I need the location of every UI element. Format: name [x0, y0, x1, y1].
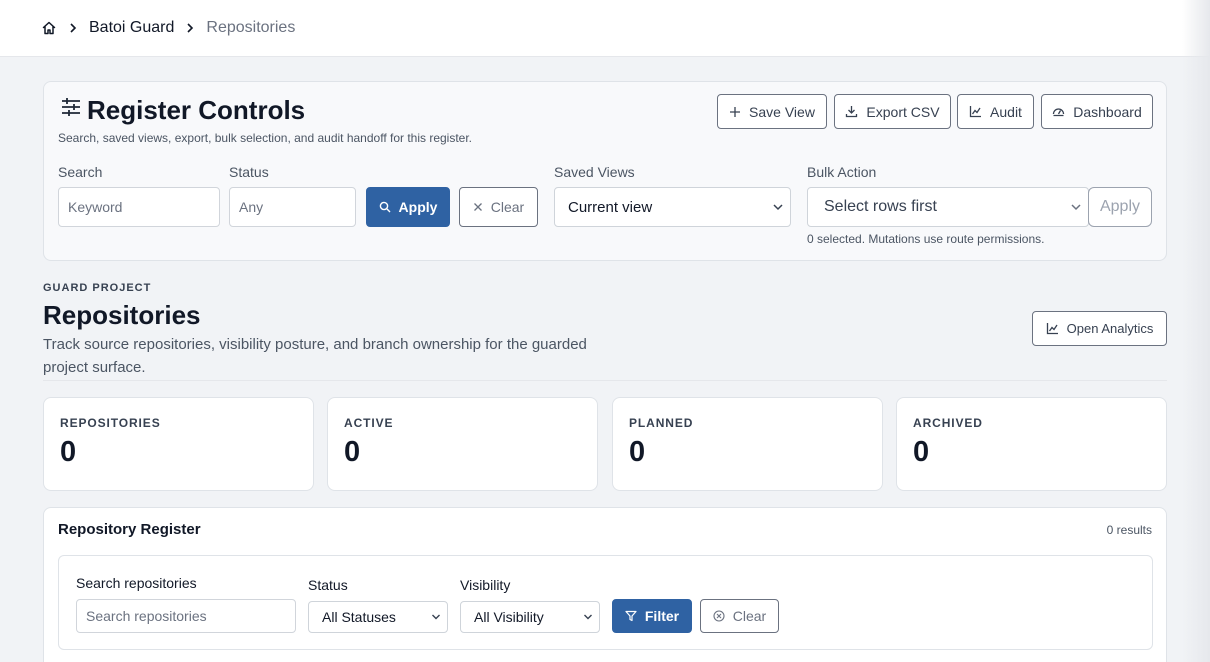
chevron-right-icon	[68, 22, 78, 34]
chevron-down-icon	[772, 203, 784, 211]
search-label: Search	[58, 164, 103, 180]
chart-icon	[969, 105, 982, 118]
breadcrumb-item-batoi-guard[interactable]: Batoi Guard	[89, 19, 174, 37]
repository-register-card: Repository Register 0 results Search rep…	[43, 507, 1167, 662]
stat-label: REPOSITORIES	[60, 416, 161, 430]
export-csv-label: Export CSV	[866, 103, 940, 120]
audit-button[interactable]: Audit	[957, 94, 1034, 129]
register-clear-button[interactable]: Clear	[700, 599, 779, 633]
visibility-label: Visibility	[460, 577, 511, 593]
chevron-down-icon	[431, 614, 441, 621]
search-input[interactable]: Keyword	[58, 187, 220, 227]
sliders-icon	[60, 97, 82, 117]
bulk-apply-label: Apply	[1099, 198, 1141, 215]
controls-subtitle: Search, saved views, export, bulk select…	[58, 131, 473, 145]
stat-value: 0	[629, 436, 646, 468]
chevron-down-icon	[1070, 203, 1082, 211]
audit-label: Audit	[990, 103, 1022, 120]
page-description: Track source repositories, visibility po…	[43, 336, 587, 376]
stat-value: 0	[913, 436, 930, 468]
plus-icon	[729, 106, 741, 118]
apply-button[interactable]: Apply	[366, 187, 450, 227]
export-csv-button[interactable]: Export CSV	[834, 94, 951, 129]
apply-label: Apply	[398, 199, 438, 215]
stat-card-archived: ARCHIVED 0	[896, 397, 1167, 491]
status-input[interactable]: Any	[229, 187, 356, 227]
close-icon	[473, 202, 483, 212]
top-bar: Batoi Guard Repositories	[0, 0, 1210, 57]
saved-views-select[interactable]: Current view	[554, 187, 791, 227]
clear-button[interactable]: Clear	[459, 187, 538, 227]
save-view-button[interactable]: Save View	[717, 94, 827, 129]
visibility-select[interactable]: All Visibility	[460, 601, 600, 633]
open-analytics-label: Open Analytics	[1066, 321, 1154, 336]
stat-card-planned: PLANNED 0	[612, 397, 883, 491]
bulk-action-label: Bulk Action	[807, 164, 877, 180]
stat-value: 0	[60, 436, 77, 468]
close-circle-icon	[713, 610, 725, 622]
chevron-right-icon	[185, 22, 195, 34]
gauge-icon	[1052, 105, 1065, 118]
divider	[43, 380, 1167, 381]
breadcrumb: Batoi Guard Repositories	[41, 17, 295, 39]
saved-views-value: Current view	[568, 198, 653, 216]
page-title: Repositories	[43, 300, 201, 330]
search-repositories-label: Search repositories	[76, 575, 197, 591]
register-filter-panel: Search repositories Search repositories …	[58, 555, 1153, 650]
status-label: Status	[229, 164, 269, 180]
dashboard-button[interactable]: Dashboard	[1041, 94, 1153, 129]
controls-title: Register Controls	[87, 95, 306, 125]
breadcrumb-item-repositories: Repositories	[206, 19, 296, 36]
saved-views-label: Saved Views	[554, 164, 635, 180]
search-repositories-input[interactable]: Search repositories	[76, 599, 296, 633]
chevron-down-icon	[583, 614, 593, 621]
chart-icon	[1046, 322, 1059, 335]
dashboard-label: Dashboard	[1073, 103, 1142, 120]
filter-label: Filter	[644, 608, 680, 624]
stat-label: ARCHIVED	[913, 416, 983, 430]
register-status-label: Status	[308, 577, 348, 593]
stat-value: 0	[344, 436, 361, 468]
bulk-action-value: Select rows first	[824, 198, 937, 215]
bulk-apply-button[interactable]: Apply	[1088, 187, 1152, 227]
results-count: 0 results	[1106, 523, 1152, 537]
stat-label: PLANNED	[629, 416, 694, 430]
register-title: Repository Register	[58, 521, 201, 538]
bulk-note: 0 selected. Mutations use route permissi…	[807, 232, 1045, 246]
register-status-select[interactable]: All Statuses	[308, 601, 448, 633]
eyebrow: GUARD PROJECT	[43, 282, 152, 294]
register-controls-card: Register Controls Search, saved views, e…	[43, 81, 1167, 261]
download-icon	[845, 105, 858, 118]
register-status-value: All Statuses	[322, 609, 396, 625]
stat-label: ACTIVE	[344, 416, 394, 430]
stat-card-active: ACTIVE 0	[327, 397, 598, 491]
visibility-value: All Visibility	[474, 609, 544, 625]
filter-icon	[625, 610, 637, 622]
stat-card-repositories: REPOSITORIES 0	[43, 397, 314, 491]
clear-label: Clear	[490, 199, 525, 215]
bulk-action-select[interactable]: Select rows first	[807, 187, 1089, 227]
search-icon	[379, 201, 391, 213]
home-icon[interactable]	[41, 20, 57, 36]
open-analytics-button[interactable]: Open Analytics	[1032, 311, 1167, 346]
save-view-label: Save View	[749, 103, 815, 120]
filter-button[interactable]: Filter	[612, 599, 692, 633]
scroll-edge	[1182, 0, 1210, 662]
register-clear-label: Clear	[732, 608, 767, 624]
